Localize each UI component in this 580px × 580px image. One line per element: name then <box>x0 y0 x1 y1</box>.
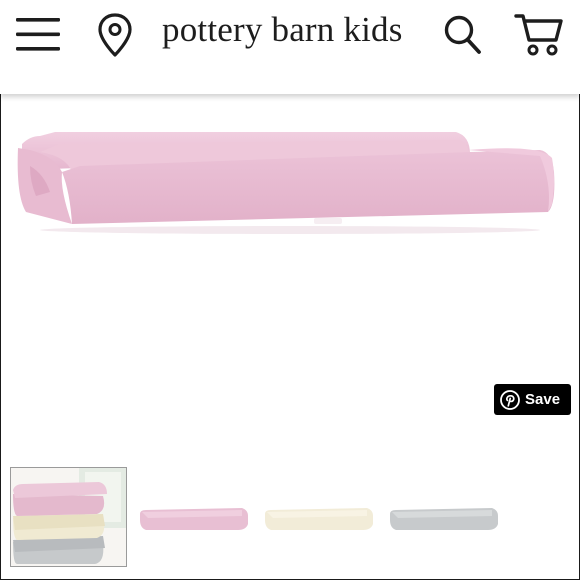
product-image[interactable] <box>0 100 580 460</box>
search-icon[interactable] <box>443 14 483 56</box>
save-label: Save <box>525 391 561 408</box>
thumbnail-stacked-set[interactable] <box>10 467 127 567</box>
pinterest-icon <box>500 389 520 410</box>
thumbnail-pink[interactable] <box>138 506 250 534</box>
thumbnail-gray[interactable] <box>388 506 500 534</box>
thumbnail-ivory[interactable] <box>263 506 375 534</box>
brand-logo[interactable]: pottery barn kids <box>162 10 403 50</box>
hamburger-menu-icon[interactable] <box>16 18 60 52</box>
site-header: pottery barn kids <box>0 0 580 94</box>
map-pin-icon[interactable] <box>96 12 134 58</box>
pinterest-save-button[interactable]: Save <box>494 384 571 415</box>
thumbnail-strip <box>0 462 580 572</box>
shopping-cart-icon[interactable] <box>514 12 564 58</box>
